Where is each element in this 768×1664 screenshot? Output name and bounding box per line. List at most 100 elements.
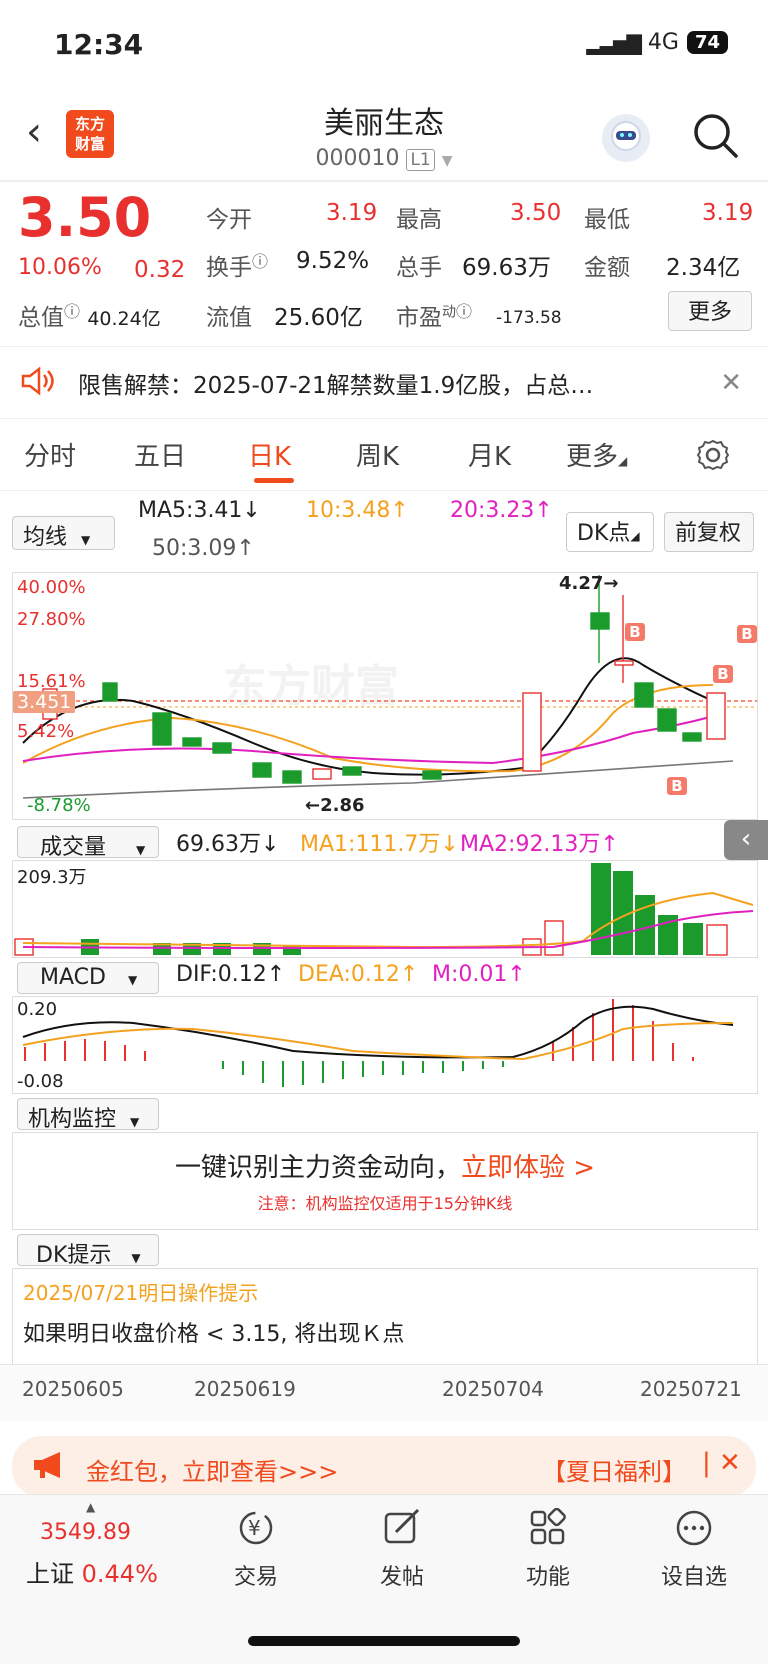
try-now-link[interactable]: 立即体验 > [461,1153,595,1183]
corner-arrow-icon: ◢ [618,454,628,468]
index-name[interactable]: 上证 0.44% [26,1554,158,1589]
macd-chart[interactable]: 0.20 -0.08 [12,996,758,1094]
grid-icon [498,1507,598,1559]
search-icon[interactable] [690,110,740,164]
volume-value: 69.63万 [462,255,551,281]
more-icon [644,1508,744,1559]
tab-daily-k[interactable]: 日K [248,436,291,473]
last-price: 3.50 [18,186,152,249]
signal-icon: ▂▃▅▇ [586,30,642,55]
b-signal-badge[interactable]: B [713,665,733,683]
promo-tag: 【夏日福利】 [542,1458,686,1486]
macd-m: M:0.01↑ [432,962,526,987]
info-icon: ⓘ [252,252,269,271]
svg-text:¥: ¥ [248,1516,261,1540]
b-signal-badge[interactable]: B [737,625,757,643]
stock-code: 000010 [315,146,400,171]
open-label: 今开 [206,207,252,233]
volume-value: 69.63万↓ [176,832,280,857]
high-value: 3.50 [510,200,562,226]
macd-dif: DIF:0.12↑ [176,962,286,987]
notice-bar[interactable]: 限售解禁：2025-07-21解禁数量1.9亿股，占总… ✕ [0,348,768,418]
change-pct: 10.06% [18,255,102,280]
nav-watchlist[interactable]: 设自选 [644,1508,744,1591]
pe-value: -173.58 [496,308,562,328]
tab-weekly-k[interactable]: 周K [356,436,399,473]
high-label: 最高 [396,207,442,233]
ma50-value: 50:3.09↑ [152,536,255,561]
open-value: 3.19 [326,200,378,226]
macd-dea: DEA:0.12↑ [298,962,419,987]
float-label: 流值 [206,305,252,331]
date-axis: 20250605 20250619 20250704 20250721 [0,1364,768,1421]
battery-icon: 74 [686,31,728,54]
tab-more[interactable]: 更多◢ [566,436,627,473]
institution-headline: 一键识别主力资金动向， [174,1153,461,1183]
volume-ma2: MA2:92.13万↑ [460,832,619,857]
speaker-icon [20,366,60,400]
tab-five-day[interactable]: 五日 [134,436,186,473]
active-tab-indicator [254,478,294,483]
stock-code-row[interactable]: 000010 L1 ▼ [0,146,768,171]
megaphone-icon [32,1450,68,1484]
info-icon: ⓘ [64,302,81,321]
status-time: 12:34 [54,28,144,61]
volume-label: 总手 [396,255,442,281]
amount-value: 2.34亿 [666,255,741,281]
promo-text: 金红包，立即查看>>> [86,1458,339,1486]
institution-promo[interactable]: 一键识别主力资金动向，立即体验 > 注意：机构监控仅适用于15分钟K线 [12,1132,758,1230]
close-icon[interactable]: ✕ [720,368,742,398]
nav-functions[interactable]: 功能 [498,1507,598,1591]
date-label: 20250605 [22,1377,124,1401]
close-icon[interactable]: | ✕ [702,1448,741,1478]
pct-label-5: 5.42% [17,721,75,742]
collapse-panel-button[interactable]: ‹ [724,820,768,860]
pct-label-27: 27.80% [17,609,86,630]
volume-ma1: MA1:111.7万↓ [300,832,459,857]
kline-chart[interactable]: 东方财富 40.00% 27.80% 15.61% 5.42% -8.78% 3… [12,572,758,820]
date-label: 20250721 [640,1377,742,1401]
b-signal-badge[interactable]: B [625,623,645,641]
network-label: 4G [647,30,679,55]
b-signal-badge[interactable]: B [667,777,687,795]
mktcap-label: 总值ⓘ 40.24亿 [18,302,161,331]
caret-up-icon: ▲ [86,1500,96,1514]
nav-post[interactable]: 发帖 [352,1508,452,1591]
tab-intraday[interactable]: 分时 [24,436,76,473]
assistant-robot-icon[interactable] [602,114,650,162]
turnover-value: 9.52% [296,248,370,274]
more-button[interactable]: 更多 [668,291,752,331]
dk-tip-text: 如果明日收盘价格 < 3.15, 将出现Ｋ点 [23,1322,405,1347]
date-label: 20250619 [194,1377,296,1401]
volume-select[interactable]: 成交量 ▼ [17,826,159,860]
low-marker: ←2.86 [305,795,365,816]
institution-select[interactable]: 机构监控 ▼ [17,1098,159,1132]
chevron-down-icon: ▼ [441,153,453,169]
macd-select[interactable]: MACD ▼ [17,962,159,994]
yen-icon: ¥ [206,1508,306,1559]
edit-icon [352,1508,452,1559]
amount-label: 金额 [584,255,630,281]
ma-select[interactable]: 均线 ▼ [12,516,115,550]
dk-tip-date: 2025/07/21明日操作提示 [23,1281,259,1305]
nav-trade[interactable]: ¥ 交易 [206,1508,306,1591]
notice-text: 限售解禁：2025-07-21解禁数量1.9亿股，占总… [78,373,594,399]
pct-label-15: 15.61% [17,671,86,692]
level-badge: L1 [406,149,435,171]
promo-banner[interactable]: 金红包，立即查看>>> 【夏日福利】 | ✕ [12,1436,756,1498]
mktcap-value: 40.24亿 [87,308,161,330]
tab-monthly-k[interactable]: 月K [468,436,511,473]
pct-label-40: 40.00% [17,577,86,598]
pct-label-neg: -8.78% [27,795,91,816]
index-change: 0.44% [81,1560,158,1588]
status-indicators: ▂▃▅▇ 4G 74 [586,30,728,55]
high-marker: 4.27→ [559,573,619,594]
dk-tip-select[interactable]: DK提示 ▼ [17,1234,159,1268]
adjust-button[interactable]: 前复权 [664,512,754,552]
dk-point-button[interactable]: DK点◢ [566,512,654,552]
index-value[interactable]: 3549.89 [40,1520,131,1545]
gear-icon[interactable] [696,438,730,476]
volume-chart[interactable]: 209.3万 [12,860,758,958]
pe-label: 市盈动ⓘ [396,302,473,331]
change-value: 0.32 [134,257,186,283]
